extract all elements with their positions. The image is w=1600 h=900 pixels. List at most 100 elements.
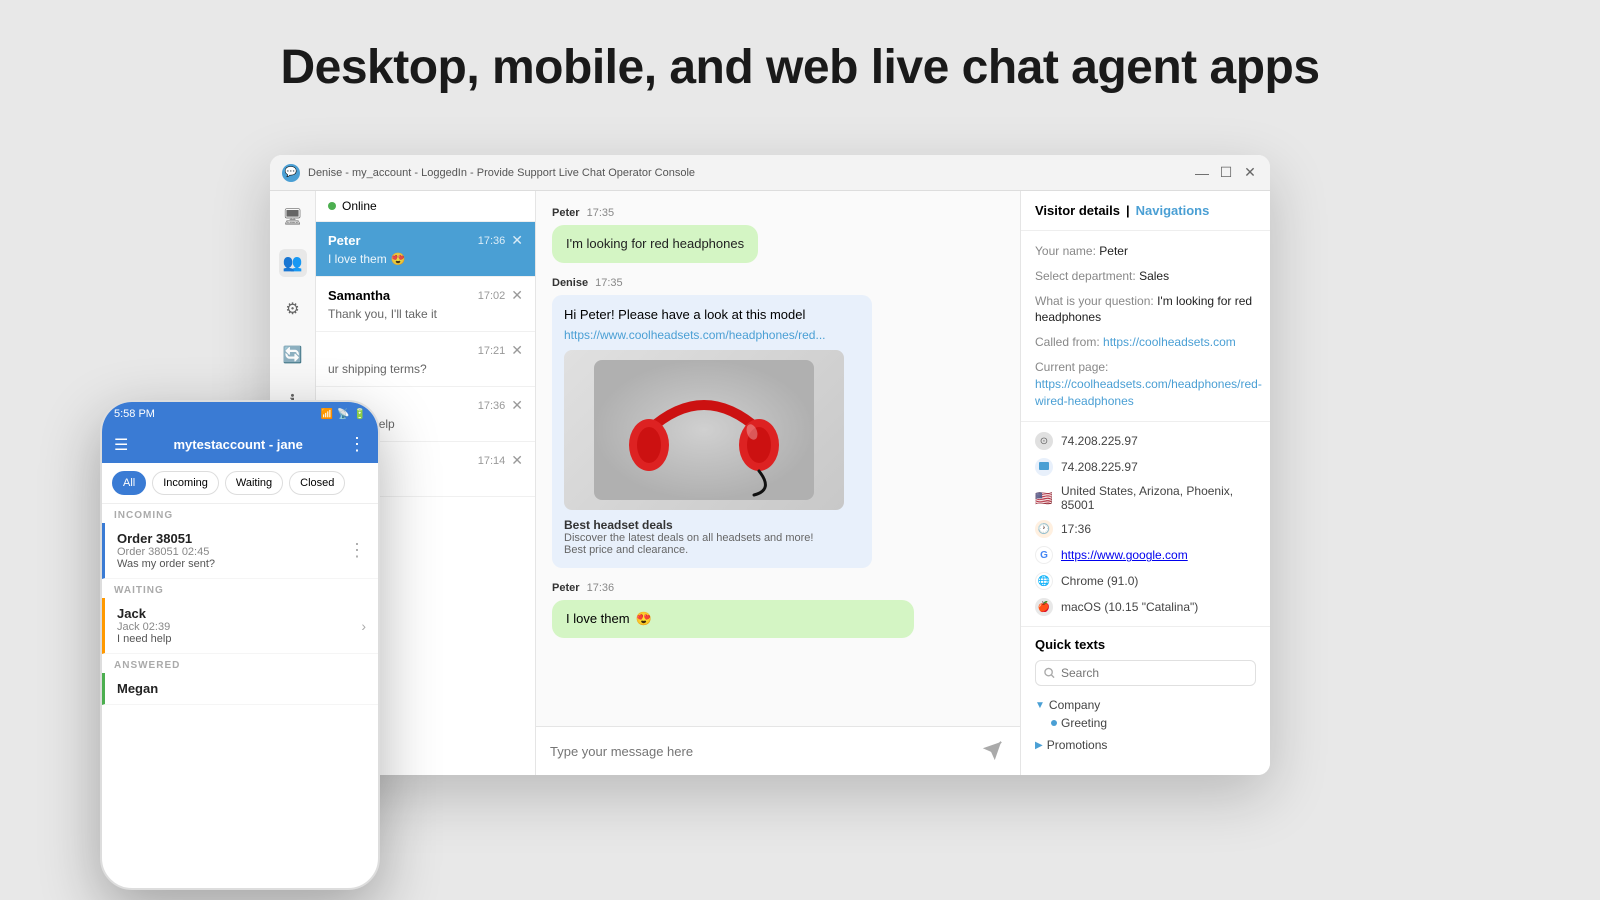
message-row-2: Denise 17:35 Hi Peter! Please have a loo… xyxy=(552,277,1004,568)
headset-card-link[interactable]: https://www.coolheadsets.com/headphones/… xyxy=(564,328,860,342)
tab-waiting[interactable]: Waiting xyxy=(225,471,283,495)
chat-item-samantha-name: Samantha xyxy=(328,288,390,303)
signal-icon: 📶 xyxy=(321,409,333,420)
quick-texts-title: Quick texts xyxy=(1035,637,1256,652)
minimize-button[interactable]: — xyxy=(1194,165,1210,181)
section-incoming: INCOMING xyxy=(102,504,378,523)
chat-item-anon1-header: 17:21 ✕ xyxy=(328,342,523,359)
chat-item-peter[interactable]: Peter 17:36 ✕ I love them 😍 xyxy=(316,222,535,277)
phone-account: mytestaccount - jane xyxy=(174,437,303,452)
detail-icons-section: ⊙ 74.208.225.97 74.208.225.97 🇺🇸 United … xyxy=(1021,422,1270,627)
chat-item-anon1-preview: ur shipping terms? xyxy=(328,362,523,376)
leaf-dot xyxy=(1051,720,1057,726)
chat-messages: Peter 17:35 I'm looking for red headphon… xyxy=(536,191,1020,726)
referrer-link[interactable]: https://www.google.com xyxy=(1061,548,1188,562)
detail-dept: Select department: Sales xyxy=(1035,268,1256,285)
chat-close-samantha[interactable]: ✕ xyxy=(511,287,523,304)
phone-chat-megan-name: Megan xyxy=(117,681,158,696)
phone-tabs: All Incoming Waiting Closed xyxy=(102,463,378,504)
battery-icon: 🔋 xyxy=(354,409,366,420)
chat-close-anon3[interactable]: ✕ xyxy=(511,452,523,469)
location-value: United States, Arizona, Phoenix, 85001 xyxy=(1061,484,1256,512)
msg-meta-1: Peter 17:35 xyxy=(552,207,1004,219)
chat-item-peter-name: Peter xyxy=(328,233,361,248)
chat-close-anon2[interactable]: ✕ xyxy=(511,397,523,414)
phone-chat-jack-row: Jack Jack 02:39 I need help › xyxy=(117,606,366,645)
phone-status-bar: 5:58 PM 📶 📡 🔋 xyxy=(102,402,378,426)
flag-icon: 🇺🇸 xyxy=(1035,489,1053,507)
right-panel: Visitor details | Navigations Your name:… xyxy=(1020,191,1270,775)
sidebar-icon-refresh[interactable]: 🔄 xyxy=(279,341,307,369)
company-label: Company xyxy=(1049,698,1100,712)
headset-image xyxy=(564,350,844,510)
tree-company-children: Greeting xyxy=(1035,714,1256,732)
quick-search-box xyxy=(1035,660,1256,686)
phone-status-icons: 📶 📡 🔋 xyxy=(321,409,366,420)
peter-preview-emoji: 😍 xyxy=(391,252,406,266)
headset-footer: Best headset deals Discover the latest d… xyxy=(564,518,860,556)
folder-closed-icon: ▶ xyxy=(1035,740,1043,751)
msg-meta-3: Peter 17:36 xyxy=(552,582,1004,594)
desktop-window: 💬 Denise - my_account - LoggedIn - Provi… xyxy=(270,155,1270,775)
sidebar-icon-screen[interactable]: 🖥 xyxy=(279,203,307,231)
phone-chat-order-meta: Order 38051 02:45 xyxy=(117,546,215,558)
quick-search-input[interactable] xyxy=(1061,666,1247,680)
detail-referrer-row: G https://www.google.com xyxy=(1035,546,1256,564)
os-value: macOS (10.15 "Catalina") xyxy=(1061,600,1198,614)
dots-menu[interactable]: ⋮ xyxy=(348,434,366,455)
phone-chat-megan-row: Megan xyxy=(117,681,366,696)
tree-company[interactable]: ▼ Company xyxy=(1035,696,1256,714)
browser-value: Chrome (91.0) xyxy=(1061,574,1138,588)
sidebar-icon-chat[interactable]: 👥 xyxy=(279,249,307,277)
detail-ip1-row: ⊙ 74.208.225.97 xyxy=(1035,432,1256,450)
chat-item-samantha[interactable]: Samantha 17:02 ✕ Thank you, I'll take it xyxy=(316,277,535,332)
chat-item-anon1[interactable]: 17:21 ✕ ur shipping terms? xyxy=(316,332,535,387)
send-button[interactable] xyxy=(978,737,1006,765)
tab-incoming[interactable]: Incoming xyxy=(152,471,219,495)
tree-promotions[interactable]: ▶ Promotions xyxy=(1035,736,1256,754)
phone-chat-megan[interactable]: Megan xyxy=(102,673,378,705)
phone-topbar: ☰ mytestaccount - jane ⋮ xyxy=(102,426,378,463)
detail-location-row: 🇺🇸 United States, Arizona, Phoenix, 8500… xyxy=(1035,484,1256,512)
tree-greeting[interactable]: Greeting xyxy=(1051,714,1256,732)
headset-card-text: Hi Peter! Please have a look at this mod… xyxy=(564,307,860,322)
chrome-icon: 🌐 xyxy=(1035,572,1053,590)
called-link[interactable]: https://coolheadsets.com xyxy=(1103,335,1236,349)
detail-name: Your name: Peter xyxy=(1035,243,1256,260)
msg-meta-2: Denise 17:35 xyxy=(552,277,1004,289)
phone-chat-jack[interactable]: Jack Jack 02:39 I need help › xyxy=(102,598,378,654)
chat-item-anon3-time: 17:14 xyxy=(478,455,506,467)
msg-bubble-1: I'm looking for red headphones xyxy=(552,225,758,263)
tab-closed[interactable]: Closed xyxy=(289,471,345,495)
phone-chat-order[interactable]: Order 38051 Order 38051 02:45 Was my ord… xyxy=(102,523,378,579)
promotions-label: Promotions xyxy=(1047,738,1108,752)
order-options-icon[interactable]: ⋮ xyxy=(348,540,366,561)
section-waiting: WAITING xyxy=(102,579,378,598)
wifi-icon: 📡 xyxy=(337,409,349,420)
chat-close-anon1[interactable]: ✕ xyxy=(511,342,523,359)
close-button[interactable]: ✕ xyxy=(1242,165,1258,181)
detail-os-row: 🍎 macOS (10.15 "Catalina") xyxy=(1035,598,1256,616)
chat-close-peter[interactable]: ✕ xyxy=(511,232,523,249)
detail-browser-row: 🌐 Chrome (91.0) xyxy=(1035,572,1256,590)
phone-chat-jack-preview: I need help xyxy=(117,633,171,645)
right-panel-header: Visitor details | Navigations xyxy=(1021,191,1270,231)
phone-chat-order-row: Order 38051 Order 38051 02:45 Was my ord… xyxy=(117,531,366,570)
sidebar-icon-settings[interactable]: ⚙ xyxy=(279,295,307,323)
section-answered: ANSWERED xyxy=(102,654,378,673)
detail-time-row: 🕐 17:36 xyxy=(1035,520,1256,538)
message-row-3: Peter 17:36 I love them 😍 xyxy=(552,582,1004,638)
tab-all[interactable]: All xyxy=(112,471,146,495)
mobile-phone: 5:58 PM 📶 📡 🔋 ☰ mytestaccount - jane ⋮ A… xyxy=(100,400,380,890)
phone-time: 5:58 PM xyxy=(114,408,155,420)
current-link[interactable]: https://coolheadsets.com/headphones/red-… xyxy=(1035,377,1262,408)
maximize-button[interactable]: ☐ xyxy=(1218,165,1234,181)
message-row-1: Peter 17:35 I'm looking for red headphon… xyxy=(552,207,1004,263)
app-icon: 💬 xyxy=(282,164,300,182)
hamburger-menu[interactable]: ☰ xyxy=(114,435,128,455)
chat-item-anon1-time: 17:21 xyxy=(478,345,506,357)
msg-bubble-3: I love them 😍 xyxy=(552,600,914,638)
navigations-link[interactable]: Navigations xyxy=(1136,203,1210,218)
status-text: Online xyxy=(342,199,377,213)
chat-input[interactable] xyxy=(550,744,970,759)
